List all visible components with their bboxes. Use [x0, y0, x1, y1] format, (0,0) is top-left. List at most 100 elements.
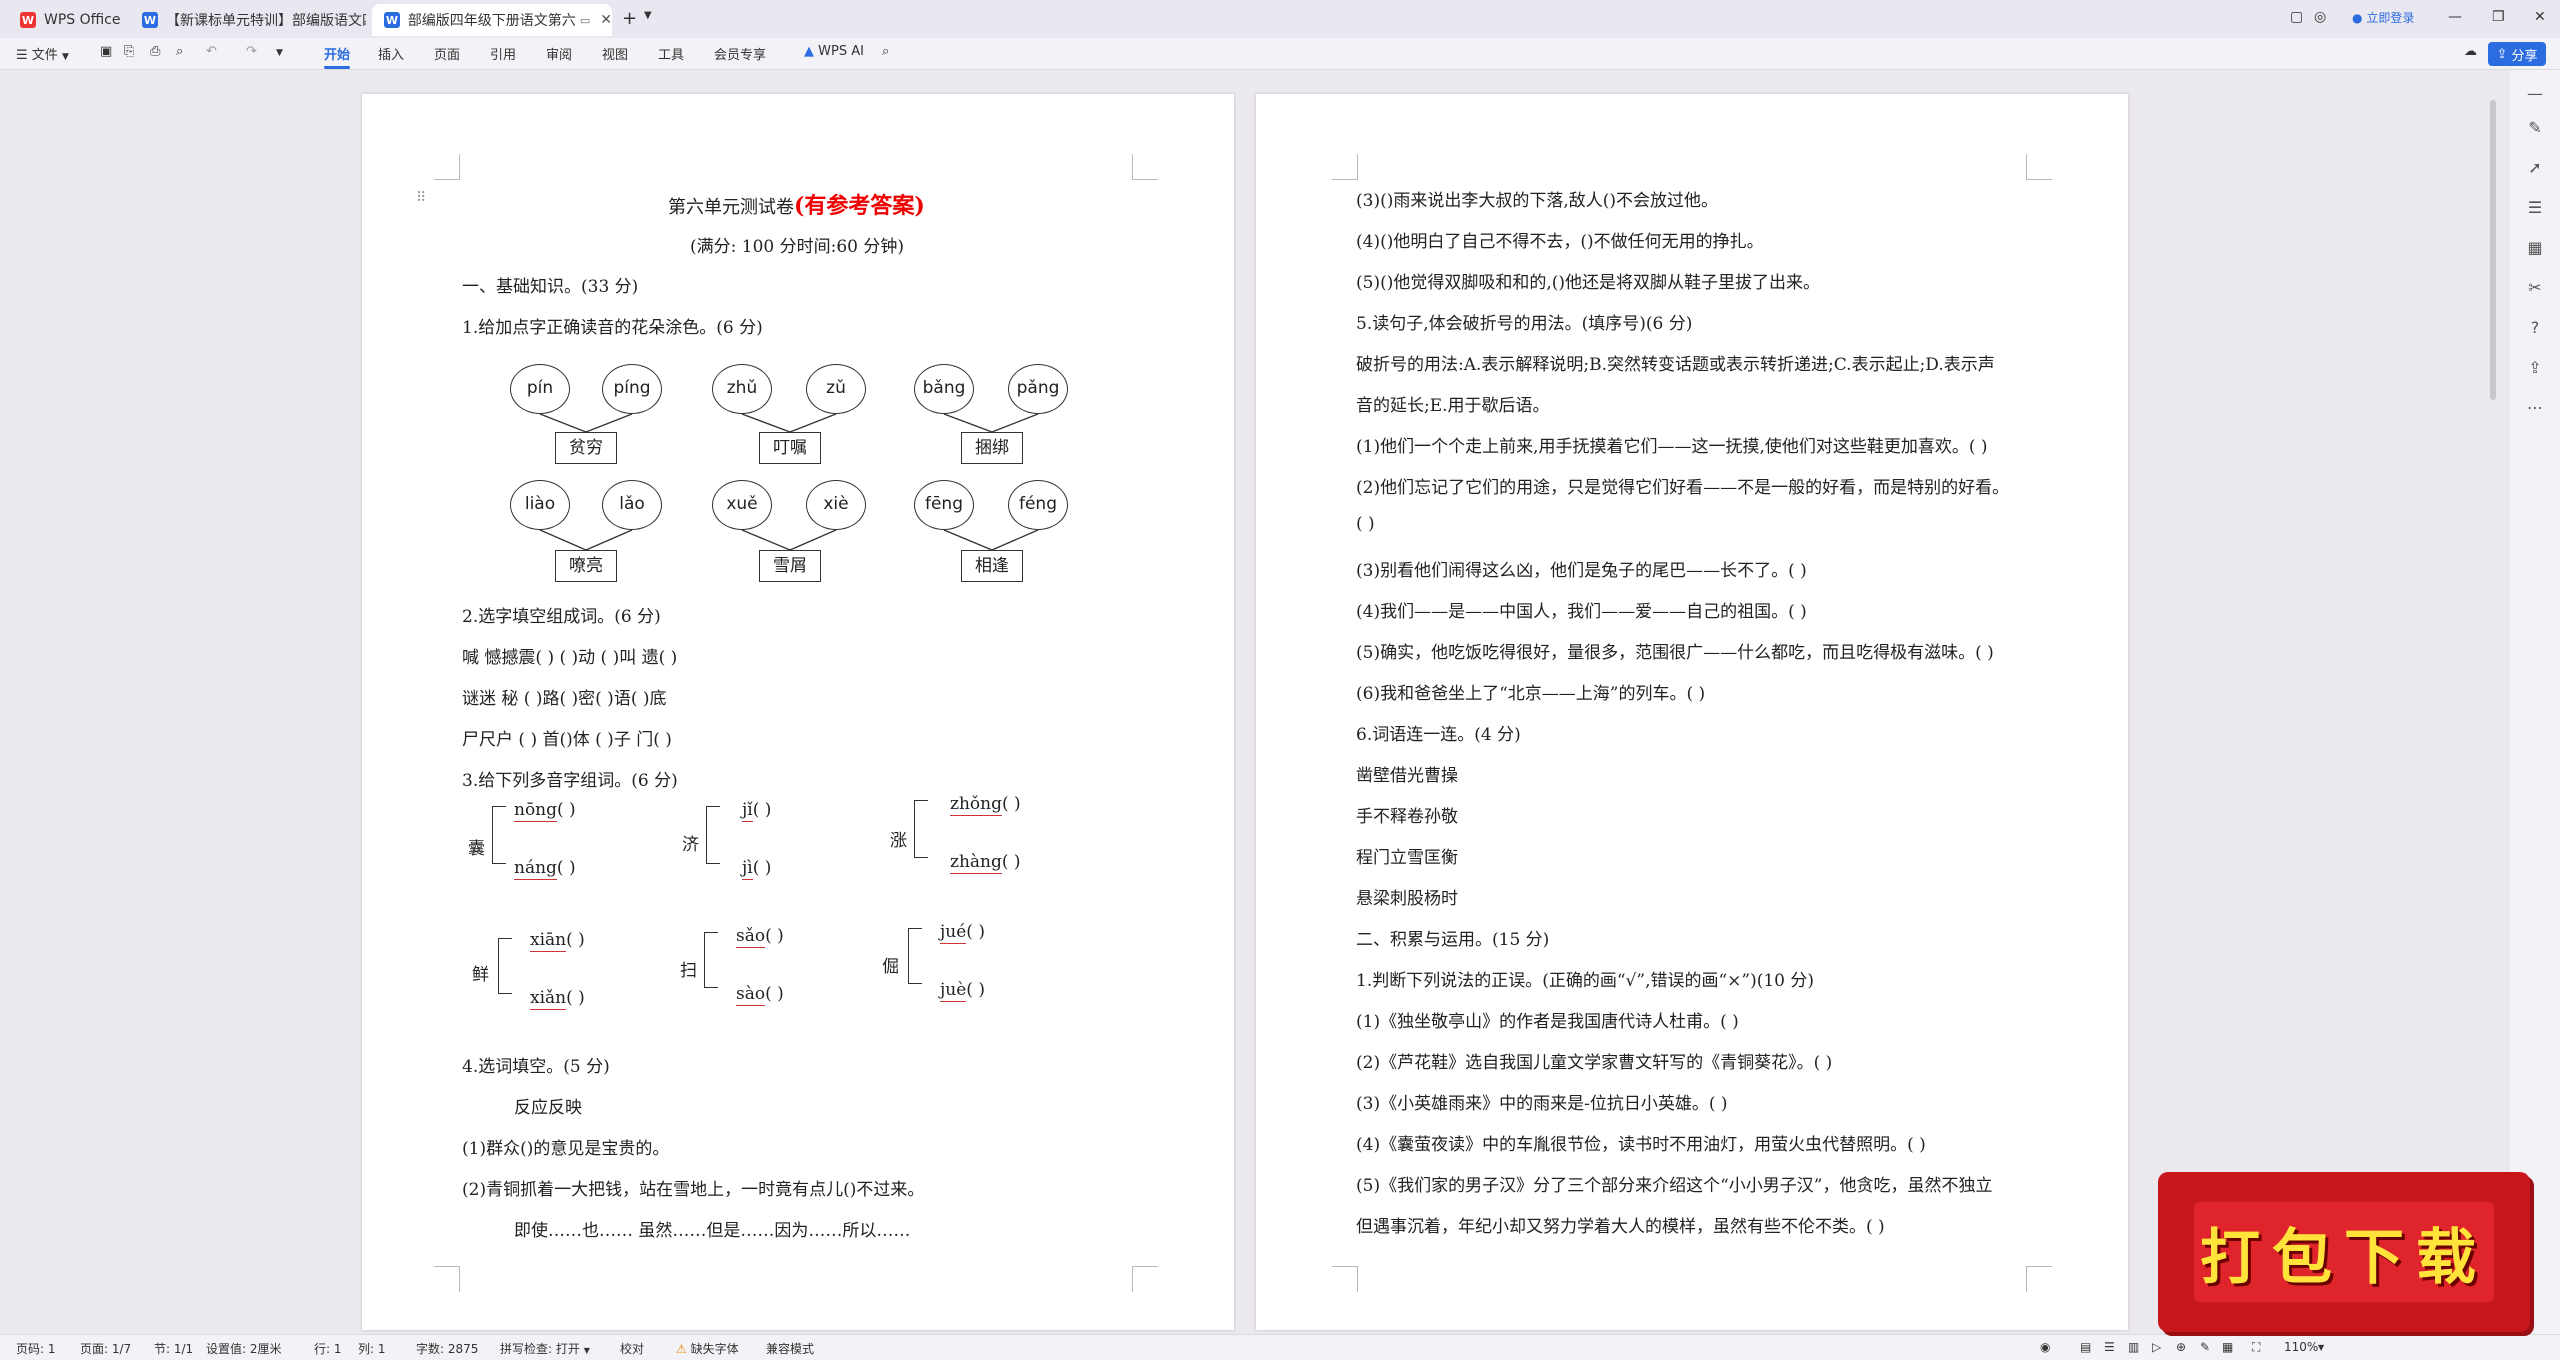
- document-page-1[interactable]: ⠿ 第六单元测试卷(有参考答案) (满分: 100 分时间:60 分钟) 一、基…: [362, 94, 1234, 1330]
- zoom-level[interactable]: 110%: [2284, 1340, 2318, 1354]
- chevron-down-icon[interactable]: ▼: [276, 48, 283, 58]
- pinyin-flower[interactable]: píng: [602, 364, 662, 414]
- chevron-down-icon: ▼: [583, 1346, 590, 1355]
- answer-blank: ( ): [966, 980, 985, 1000]
- image-edit-icon[interactable]: ▦: [2525, 238, 2545, 258]
- tab-member[interactable]: 会员专享: [714, 44, 766, 63]
- share-icon: ⇪: [2496, 46, 2508, 62]
- spell-check-toggle[interactable]: 拼写检查: 打开 ▼: [500, 1340, 590, 1357]
- undo-icon[interactable]: ↶: [206, 44, 217, 59]
- answer-blank: ( ): [765, 984, 784, 1004]
- pinyin-flower[interactable]: xuě: [712, 480, 772, 530]
- print-preview-icon[interactable]: ⌕: [176, 44, 183, 59]
- write-icon[interactable]: ✎: [2200, 1340, 2210, 1354]
- reading-pinyin: zhàng: [950, 852, 1002, 874]
- pinyin-flower[interactable]: pín: [510, 364, 570, 414]
- section-heading: 一、基础知识。(33 分): [462, 277, 639, 297]
- question-line: (4)()他明白了自己不得不去，()不做任何无用的挣扎。: [1356, 232, 1764, 252]
- save-icon[interactable]: ▣: [100, 44, 112, 59]
- drag-handle-icon[interactable]: ⠿: [416, 190, 426, 206]
- cursor-icon[interactable]: ➚: [2525, 158, 2545, 178]
- pinyin-option: xuě: [726, 494, 758, 514]
- page-view-icon[interactable]: ▤: [2080, 1340, 2091, 1354]
- missing-font-button[interactable]: ⚠ 缺失字体: [676, 1340, 739, 1357]
- reading-pinyin: xiǎn: [530, 988, 567, 1010]
- close-icon[interactable]: ✕: [600, 12, 612, 28]
- pinyin-flower[interactable]: bǎng: [914, 364, 974, 414]
- vertical-scrollbar[interactable]: [2490, 100, 2496, 400]
- minus-icon[interactable]: —: [2525, 84, 2545, 104]
- help-icon[interactable]: ?: [2525, 318, 2545, 338]
- file-menu[interactable]: ☰ 文件 ▼: [16, 44, 69, 63]
- pinyin-option: lǎo: [619, 494, 645, 514]
- minimize-icon[interactable]: —: [2448, 9, 2462, 25]
- pinyin-flower[interactable]: xiè: [806, 480, 866, 530]
- share-doc-icon[interactable]: ⇪: [2525, 358, 2545, 378]
- wps-ai-button[interactable]: ▲ WPS AI: [804, 44, 864, 59]
- search-icon[interactable]: ⌕: [882, 44, 889, 59]
- outline-view-icon[interactable]: ☰: [2104, 1340, 2115, 1354]
- reading-pinyin: sǎo: [736, 926, 766, 948]
- status-col: 列: 1: [358, 1342, 386, 1356]
- status-page-count[interactable]: 页面: 1/7: [80, 1340, 131, 1357]
- window-layout-icon[interactable]: ▢: [2290, 9, 2303, 25]
- chevron-down-icon[interactable]: ▼: [2318, 1343, 2324, 1352]
- proofread-button[interactable]: 校对: [620, 1340, 644, 1357]
- status-setting: 设置值: 2厘米: [206, 1342, 282, 1356]
- status-word-count[interactable]: 字数: 2875: [416, 1340, 478, 1357]
- chevron-down-icon[interactable]: ▼: [644, 10, 652, 21]
- word-box: 叮嘱: [759, 432, 821, 464]
- bracket: [498, 938, 512, 994]
- reading-item: nōng( ): [514, 800, 576, 822]
- play-icon[interactable]: ▷: [2152, 1340, 2161, 1354]
- tab-references[interactable]: 引用: [490, 44, 516, 63]
- tab-wps-office[interactable]: W WPS Office: [8, 4, 138, 36]
- close-window-icon[interactable]: ✕: [2534, 9, 2546, 25]
- tab-view[interactable]: 视图: [602, 44, 628, 63]
- tools-icon[interactable]: ✂: [2525, 278, 2545, 298]
- answer-blank: ( ): [1001, 794, 1021, 814]
- pinyin-flower[interactable]: zǔ: [806, 364, 866, 414]
- answer-blank: ( ): [1001, 852, 1021, 872]
- tab-insert[interactable]: 插入: [378, 44, 404, 63]
- tab-page[interactable]: 页面: [434, 44, 460, 63]
- tab-home[interactable]: 开始: [324, 44, 351, 69]
- web-view-icon[interactable]: ⊕: [2176, 1340, 2186, 1354]
- pinyin-flower[interactable]: féng: [1008, 480, 1068, 530]
- reading-item: jì( ): [742, 858, 771, 880]
- pinyin-flower[interactable]: zhǔ: [712, 364, 772, 414]
- tab-review[interactable]: 审阅: [546, 44, 572, 63]
- bell-icon[interactable]: ◎: [2314, 9, 2326, 25]
- pinyin-flower[interactable]: fēng: [914, 480, 974, 530]
- document-page-2[interactable]: (3)()雨来说出李大叔的下落,敌人()不会放过他。 (4)()他明白了自己不得不…: [1256, 94, 2128, 1330]
- spell-label: 拼写检查: 打开: [500, 1342, 580, 1356]
- tab-tools[interactable]: 工具: [658, 44, 684, 63]
- chevron-down-icon: ▼: [61, 52, 69, 62]
- cloud-icon[interactable]: ☁: [2464, 44, 2477, 59]
- share-button[interactable]: ⇪ 分享: [2488, 42, 2546, 66]
- settings-sliders-icon[interactable]: ☰: [2525, 198, 2545, 218]
- split-view-icon[interactable]: ▦: [2222, 1340, 2233, 1354]
- print-icon[interactable]: ⎙: [150, 44, 160, 59]
- tab-document-1[interactable]: W 【新课标单元特训】部编版语文四年: [130, 4, 370, 36]
- read-view-icon[interactable]: ▥: [2128, 1340, 2139, 1354]
- question-3: 3.给下列多音字组词。(6 分): [462, 771, 678, 791]
- eye-protect-icon[interactable]: ◉: [2040, 1340, 2050, 1354]
- pinyin-flower[interactable]: lǎo: [602, 480, 662, 530]
- word-box: 捆绑: [961, 432, 1023, 464]
- export-icon[interactable]: ⎘: [124, 44, 134, 59]
- word-doc-icon: W: [384, 12, 400, 28]
- wps-logo-icon: W: [20, 12, 36, 28]
- tab-document-2[interactable]: W 部编版四年级下册语文第六单 ▭ ✕: [372, 4, 612, 36]
- fit-page-icon[interactable]: ⛶: [2252, 1340, 2260, 1355]
- pen-icon[interactable]: ✎: [2525, 118, 2545, 138]
- new-tab-icon[interactable]: +: [622, 8, 637, 29]
- login-button[interactable]: ● 立即登录: [2352, 9, 2414, 26]
- restore-icon[interactable]: ❐: [2492, 9, 2505, 25]
- redo-icon[interactable]: ↷: [246, 44, 257, 59]
- more-icon[interactable]: ⋯: [2525, 398, 2545, 418]
- pinyin-flower[interactable]: pǎng: [1008, 364, 1068, 414]
- pinyin-flower[interactable]: liào: [510, 480, 570, 530]
- question-line: (4)我们——是——中国人，我们——爱——自己的祖国。( ): [1356, 602, 1807, 622]
- download-banner[interactable]: 打包下载: [2158, 1172, 2530, 1332]
